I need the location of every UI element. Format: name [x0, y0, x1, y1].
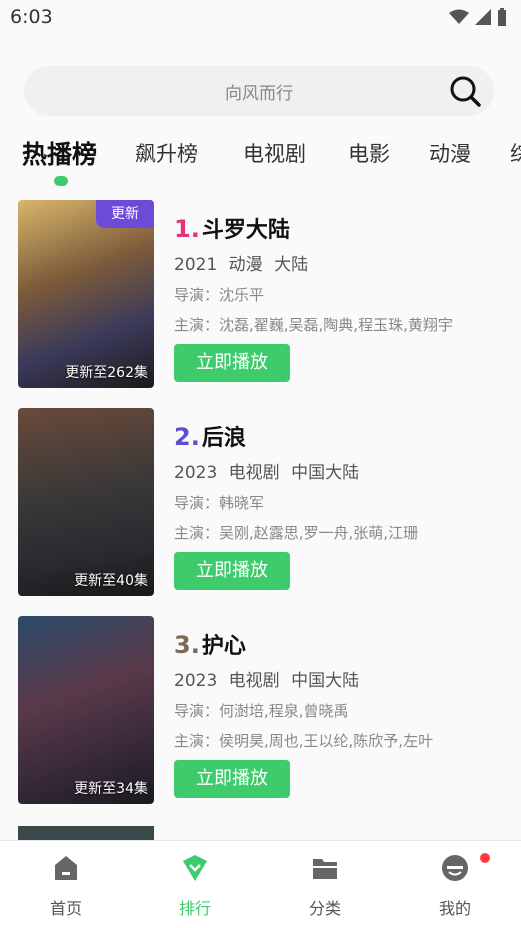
episode-update-label: 更新至40集 — [74, 573, 148, 589]
tab-variety[interactable]: 综 — [510, 138, 521, 168]
nav-ranking-label: 排行 — [178, 899, 211, 918]
year: 2021 — [174, 255, 218, 275]
region: 中国大陆 — [291, 671, 360, 691]
rank-number: 1. — [174, 215, 200, 243]
status-bar: 6:03 — [0, 0, 521, 38]
item-title[interactable]: 2.后浪 — [174, 420, 246, 452]
list-item[interactable]: 更新 更新至262集 1.斗罗大陆 2021 动漫 大陆 导演：沈乐平 主演：沈… — [0, 198, 521, 388]
notification-dot — [480, 853, 490, 863]
actors: 主演：沈磊,翟巍,吴磊,陶典,程玉珠,黄翔宇 — [174, 316, 453, 334]
poster-image[interactable]: 更新至34集 — [18, 616, 154, 804]
tab-anime[interactable]: 动漫 — [429, 138, 471, 168]
update-badge: 更新 — [96, 200, 154, 228]
home-icon — [55, 856, 77, 880]
year: 2023 — [174, 463, 218, 483]
item-title[interactable]: 1.斗罗大陆 — [174, 212, 290, 244]
tab-tv-series[interactable]: 电视剧 — [243, 138, 306, 168]
title-text: 护心 — [201, 634, 246, 659]
search-icon[interactable] — [448, 74, 482, 108]
episode-update-label: 更新至34集 — [74, 781, 148, 797]
tab-hot[interactable]: 热播榜 — [22, 135, 97, 171]
nav-category-label: 分类 — [308, 899, 341, 918]
actors: 主演：吴刚,赵露思,罗一舟,张萌,江珊 — [174, 524, 419, 542]
actors: 主演：侯明昊,周也,王以纶,陈欣予,左叶 — [174, 732, 434, 750]
nav-ranking[interactable]: 排行 — [155, 853, 235, 919]
nav-category[interactable]: 分类 — [285, 853, 365, 919]
tab-indicator — [54, 176, 68, 186]
play-button[interactable]: 立即播放 — [174, 760, 290, 798]
item-meta: 2021 动漫 大陆 — [174, 250, 314, 275]
list-item[interactable]: 更新至34集 3.护心 2023 电视剧 中国大陆 导演：何澍培,程泉,曾晓禹 … — [0, 614, 521, 804]
bottom-nav: 首页 排行 分类 我的 — [0, 840, 521, 928]
ranking-icon — [183, 855, 207, 881]
title-text: 后浪 — [201, 426, 246, 451]
poster-image[interactable]: 更新 更新至262集 — [18, 200, 154, 388]
folder-icon — [313, 859, 337, 879]
signal-icon — [475, 9, 491, 25]
year: 2023 — [174, 671, 218, 691]
status-icons — [449, 8, 507, 26]
item-title[interactable]: 3.护心 — [174, 628, 246, 660]
nav-profile-label: 我的 — [438, 899, 471, 918]
status-time: 6:03 — [10, 6, 53, 28]
title-text: 斗罗大陆 — [201, 218, 290, 243]
profile-icon — [442, 855, 468, 881]
nav-home-label: 首页 — [49, 899, 82, 918]
region: 大陆 — [274, 255, 309, 275]
genre: 电视剧 — [228, 671, 280, 691]
wifi-icon — [449, 9, 469, 24]
rank-number: 2. — [174, 423, 200, 451]
region: 中国大陆 — [291, 463, 360, 483]
category-tabs: 热播榜 飙升榜 电视剧 电影 动漫 综 — [0, 128, 521, 188]
play-button[interactable]: 立即播放 — [174, 552, 290, 590]
nav-home[interactable]: 首页 — [26, 853, 106, 919]
list-item[interactable]: 更新至40集 2.后浪 2023 电视剧 中国大陆 导演：韩晓军 主演：吴刚,赵… — [0, 406, 521, 596]
poster-image[interactable]: 更新至40集 — [18, 408, 154, 596]
item-meta: 2023 电视剧 中国大陆 — [174, 666, 365, 691]
tab-movies[interactable]: 电影 — [348, 138, 390, 168]
director: 导演：韩晓军 — [174, 494, 265, 512]
director: 导演：沈乐平 — [174, 286, 265, 304]
genre: 电视剧 — [228, 463, 280, 483]
search-input[interactable]: 向风而行 — [24, 79, 494, 104]
rank-number: 3. — [174, 631, 200, 659]
search-bar[interactable]: 向风而行 — [24, 66, 494, 116]
director: 导演：何澍培,程泉,曾晓禹 — [174, 702, 349, 720]
tab-rising[interactable]: 飙升榜 — [135, 138, 198, 168]
play-button[interactable]: 立即播放 — [174, 344, 290, 382]
genre: 动漫 — [228, 255, 263, 275]
battery-icon — [498, 8, 506, 26]
episode-update-label: 更新至262集 — [65, 365, 148, 381]
item-meta: 2023 电视剧 中国大陆 — [174, 458, 365, 483]
